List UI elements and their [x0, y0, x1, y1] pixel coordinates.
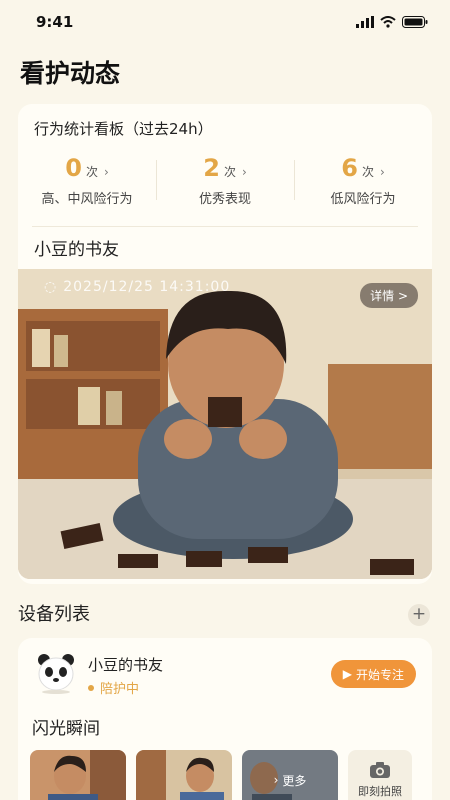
stats-title: 行为统计看板（过去24h） [34, 120, 213, 138]
stat-count: 2 [203, 154, 220, 182]
moment-image [136, 750, 232, 800]
stat-excellent[interactable]: 2 次 › 优秀表现 [156, 154, 294, 216]
child-eating-chocolate-image [18, 269, 432, 579]
detail-button[interactable]: 详情 > [360, 283, 418, 308]
camera-icon [370, 762, 390, 778]
stat-unit: 次 [361, 165, 374, 179]
page-title: 看护动态 [20, 59, 121, 88]
chevron-right-icon: › [103, 165, 109, 179]
stats-row: 0 次 › 高、中风险行为 2 次 › 优秀表现 6 次 › 低风险行为 [18, 154, 432, 216]
device-list-title: 设备列表 [18, 604, 90, 625]
stat-label: 低风险行为 [330, 192, 396, 207]
start-focus-label: 开始专注 [355, 667, 404, 682]
stat-high-medium-risk[interactable]: 0 次 › 高、中风险行为 [18, 154, 156, 216]
status-text: 陪护中 [100, 682, 140, 697]
moment-thumbnail-more[interactable]: › 更多 [242, 750, 338, 800]
stat-label: 优秀表现 [198, 192, 251, 207]
plus-icon: + [411, 604, 427, 624]
chevron-right-icon: › [379, 165, 385, 179]
camera-lens-icon: ◌ [44, 279, 58, 295]
moment-image [30, 750, 126, 800]
device-name: 小豆的书友 [88, 656, 164, 674]
feed-device-name: 小豆的书友 [34, 240, 119, 260]
device-status: 陪护中 [88, 678, 139, 697]
stat-unit: 次 [223, 165, 236, 179]
stat-unit: 次 [85, 165, 98, 179]
start-focus-button[interactable]: ▶ 开始专注 [330, 660, 416, 688]
stat-count: 0 [65, 154, 82, 182]
moment-thumbnail[interactable] [136, 750, 232, 800]
timestamp-text: 2025/12/25 14:31:00 [63, 279, 231, 295]
chevron-right-circle-icon: › [273, 773, 279, 787]
stats-card: 行为统计看板（过去24h） 0 次 › 高、中风险行为 2 次 › 优秀表现 6… [18, 104, 432, 584]
moments-title: 闪光瞬间 [32, 719, 100, 739]
play-icon: ▶ [342, 667, 352, 681]
device-card[interactable]: 小豆的书友 陪护中 ▶ 开始专注 闪光瞬间 › 更多 即刻拍照 [18, 638, 432, 800]
more-label: 更多 [282, 773, 307, 788]
status-dot-icon [88, 684, 94, 691]
add-device-button[interactable]: + [408, 604, 430, 626]
photo-timestamp: ◌ 2025/12/25 14:31:00 [44, 279, 230, 295]
moment-thumbnail[interactable] [30, 750, 126, 800]
panda-avatar [38, 654, 74, 694]
stat-label: 高、中风险行为 [41, 192, 133, 207]
status-time: 9:41 [36, 13, 74, 31]
more-overlay: › 更多 [242, 750, 338, 800]
chevron-right-icon: › [241, 165, 247, 179]
signal-icon [356, 16, 374, 28]
status-bar: 9:41 [0, 0, 450, 44]
moments-thumbnails: › 更多 即刻拍照 [30, 750, 412, 800]
snap-photo-button[interactable]: 即刻拍照 [348, 750, 412, 800]
divider [32, 226, 418, 227]
wifi-icon [380, 16, 396, 28]
snap-label: 即刻拍照 [358, 785, 402, 798]
stat-count: 6 [341, 154, 358, 182]
status-icons [356, 16, 428, 28]
stat-low-risk[interactable]: 6 次 › 低风险行为 [294, 154, 432, 216]
feed-photo[interactable]: ◌ 2025/12/25 14:31:00 详情 > [18, 269, 432, 579]
battery-icon [402, 16, 428, 28]
